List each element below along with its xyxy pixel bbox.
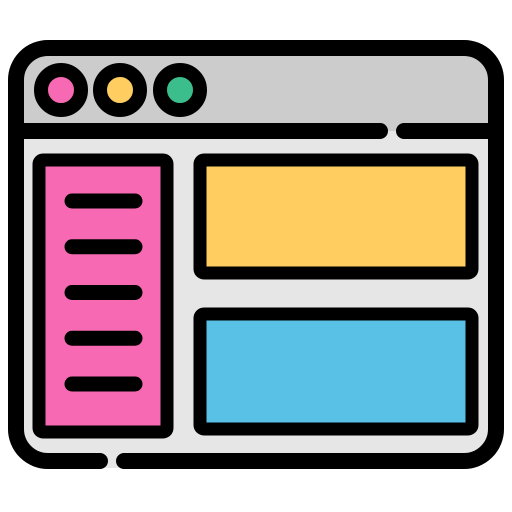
maximize-control-icon <box>153 63 207 117</box>
bottom-content-panel <box>193 307 479 436</box>
minimize-control-icon <box>93 63 147 117</box>
browser-window-layout-icon <box>8 40 504 469</box>
browser-window-icon <box>0 0 512 512</box>
close-control-icon <box>34 63 88 117</box>
top-content-panel <box>193 153 479 280</box>
